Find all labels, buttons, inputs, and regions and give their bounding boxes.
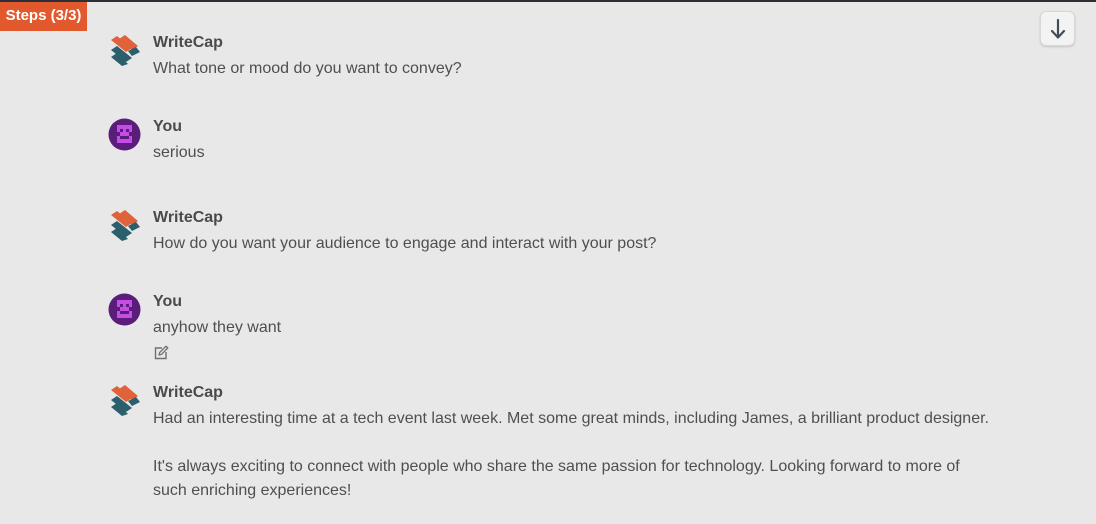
message-text: serious [153,144,205,161]
message-text-line-1: Had an interesting time at a tech event … [153,410,989,427]
message-author: You [153,293,183,310]
writecap-logo-icon [108,384,141,417]
scroll-to-bottom-button[interactable] [1040,11,1075,46]
message-text: anyhow they want [153,319,282,336]
message-author: WriteCap [153,384,223,401]
message-text-line-3: such enriching experiences! [153,482,352,499]
user-avatar-icon [108,293,141,326]
arrow-down-icon [1050,18,1065,39]
writecap-logo-icon [108,34,141,67]
steps-badge: Steps (3/3) [0,2,87,31]
message-author: WriteCap [153,209,223,226]
message-text-line-2: It's always exciting to connect with peo… [153,458,960,475]
edit-icon[interactable] [153,345,169,361]
message-author: WriteCap [153,34,223,51]
user-avatar-icon [108,118,141,151]
message-text: How do you want your audience to engage … [153,235,657,252]
message-author: You [153,118,183,135]
writecap-logo-icon [108,209,141,242]
message-text: What tone or mood do you want to convey? [153,60,462,77]
